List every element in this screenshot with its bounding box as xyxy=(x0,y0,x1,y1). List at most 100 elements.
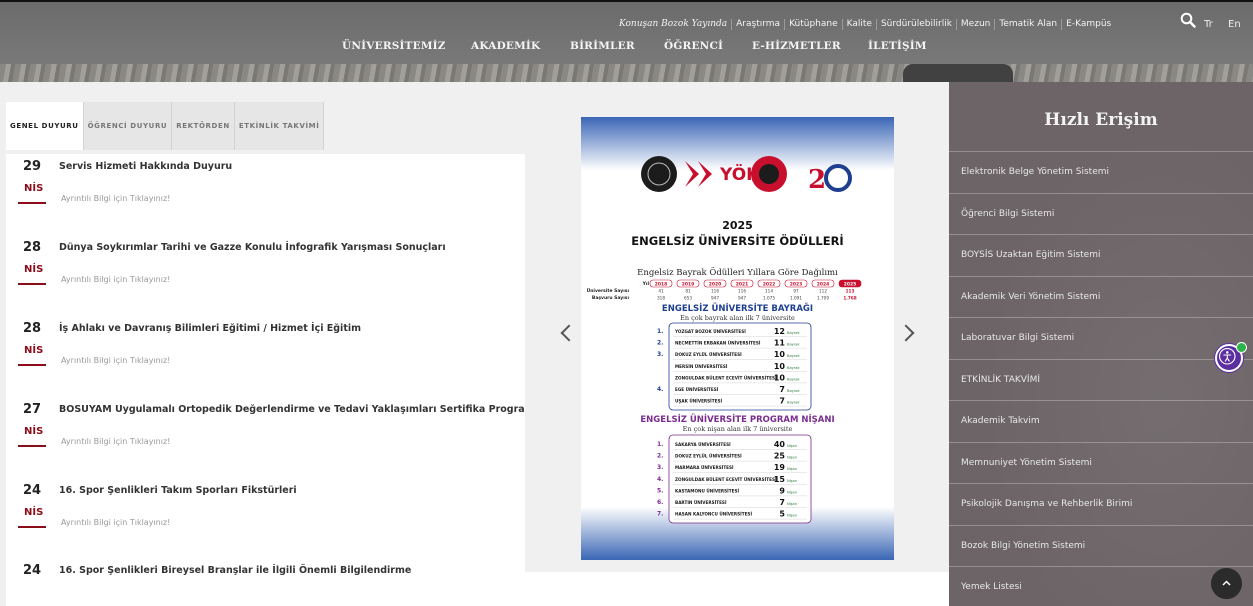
year-label: 2022 xyxy=(763,282,776,288)
announcement-day: 28 xyxy=(23,240,42,255)
top-link-mezun[interactable]: Mezun xyxy=(955,19,994,30)
uni-count: 116 xyxy=(738,289,746,294)
announcement-day: 27 xyxy=(23,402,42,417)
rank-number: 1. xyxy=(657,441,663,448)
quick-link-boysis[interactable]: BOYSİS Uzaktan Eğitim Sistemi xyxy=(949,234,1253,276)
rank-university: DOKUZ EYLÜL ÜNİVERSİTESİ xyxy=(675,352,742,357)
top-link-arastirma[interactable]: Araştırma xyxy=(731,19,784,30)
uni-row-label: Üniversite Sayısı xyxy=(587,287,630,294)
rank-unit: Nişan xyxy=(787,456,797,460)
announcement-item[interactable]: 24 NİS 16. Spor Şenlikleri Takım Sporlar… xyxy=(6,478,525,556)
announcement-item[interactable]: 28 NİS Dünya Soykırımlar Tarihi ve Gazze… xyxy=(6,235,525,313)
top-link-e-kampus[interactable]: E-Kampüs xyxy=(1061,19,1115,30)
quick-link-ebys[interactable]: Elektronik Belge Yönetim Sistemi xyxy=(949,151,1253,193)
tab-etkinlik-takvimi[interactable]: ETKİNLİK TAKVİMİ xyxy=(234,102,325,150)
language-tr-link[interactable]: Tr xyxy=(1204,19,1213,30)
announcement-title[interactable]: BOSUYAM Uygulamalı Ortopedik Değerlendir… xyxy=(59,404,538,415)
rank-number: 7. xyxy=(657,511,663,518)
rank-university: DOKUZ EYLÜL ÜNİVERSİTESİ xyxy=(675,454,742,459)
rank-university: SAKARYA ÜNİVERSİTESİ xyxy=(675,442,731,447)
rank-number: 2. xyxy=(657,453,663,460)
quick-link-event-calendar[interactable]: ETKİNLİK TAKVİMİ xyxy=(949,358,1253,401)
year-label: 2018 xyxy=(655,282,668,288)
flag-section-title: ENGELSİZ ÜNİVERSİTE BAYRAĞI xyxy=(662,302,813,314)
date-divider xyxy=(18,283,46,285)
year-label: 2019 xyxy=(682,282,695,288)
date-divider xyxy=(18,445,46,447)
slider-next-arrow-icon[interactable] xyxy=(897,324,915,342)
tab-rektorden[interactable]: REKTÖRDEN xyxy=(172,102,235,150)
nav-iletisim[interactable]: İLETİŞİM xyxy=(868,40,927,52)
rank-count: 7 xyxy=(779,397,785,406)
rank-count: 25 xyxy=(774,452,786,461)
announcement-title[interactable]: 16. Spor Şenlikleri Takım Sporları Fikst… xyxy=(59,485,297,496)
rank-unit: Nişan xyxy=(787,479,797,483)
announcement-title[interactable]: Dünya Soykırımlar Tarihi ve Gazze Konulu… xyxy=(59,242,446,253)
quick-link-lab-system[interactable]: Laboratuvar Bilgi Sistemi xyxy=(949,317,1253,359)
announcement-title[interactable]: Servis Hizmeti Hakkında Duyuru xyxy=(59,161,232,172)
date-divider xyxy=(18,202,46,204)
tab-genel-duyuru[interactable]: GENEL DUYURU xyxy=(6,102,84,150)
year-row-label: Yıl xyxy=(642,281,650,287)
announcement-item[interactable]: 29 NİS Servis Hizmeti Hakkında Duyuru Ay… xyxy=(6,154,525,232)
header-banner-image xyxy=(0,64,1253,84)
rank-number: 4. xyxy=(657,386,663,393)
app-row-label: Başvuru Sayısı xyxy=(592,295,630,301)
search-icon[interactable] xyxy=(1180,12,1196,28)
rank-count: 7 xyxy=(779,385,785,394)
announcement-item[interactable]: 28 NİS İş Ahlakı ve Davranış Bilimleri E… xyxy=(6,316,525,394)
rank-number: 4. xyxy=(657,476,663,483)
announcements-panel: GENEL DUYURU ÖĞRENCİ DUYURU REKTÖRDEN ET… xyxy=(0,82,538,606)
nav-e-hizmetler[interactable]: E-HİZMETLER xyxy=(752,40,841,52)
top-link-konusan-bozok[interactable]: Konuşan Bozok Yayında xyxy=(615,19,731,30)
announcement-more-link[interactable]: Ayrıntılı Bilgi için Tıklayınız! xyxy=(61,518,170,527)
tab-ogrenci-duyuru[interactable]: ÖĞRENCİ DUYURU xyxy=(83,102,173,150)
quick-link-avesis[interactable]: Akademik Veri Yönetim Sistemi xyxy=(949,275,1253,318)
top-link-kalite[interactable]: Kalite xyxy=(841,19,876,30)
image-slider: YÖK 2 2025 ENGELSİZ ÜNİVERSİTE ÖDÜLLERİ … xyxy=(525,82,949,572)
announcement-item[interactable]: 27 NİS BOSUYAM Uygulamalı Ortopedik Değe… xyxy=(6,397,538,475)
top-link-tematik-alan[interactable]: Tematik Alan xyxy=(994,19,1061,30)
year-label: 2023 xyxy=(790,282,803,288)
nav-birimler[interactable]: BİRİMLER xyxy=(570,40,635,52)
quick-access-panel: Hızlı Erişim Elektronik Belge Yönetim Si… xyxy=(949,82,1253,606)
announcement-title[interactable]: 16. Spor Şenlikleri Bireysel Branşlar il… xyxy=(59,565,411,576)
poster-table-title: Engelsiz Bayrak Ödülleri Yıllara Göre Da… xyxy=(637,266,838,278)
announcement-month: NİS xyxy=(24,345,44,356)
rank-number: 3. xyxy=(657,464,663,471)
top-link-kutuphane[interactable]: Kütüphane xyxy=(784,19,842,30)
quick-link-menu[interactable]: Yemek Listesi xyxy=(949,566,1253,606)
award-poster[interactable]: YÖK 2 2025 ENGELSİZ ÜNİVERSİTE ÖDÜLLERİ … xyxy=(581,117,894,560)
rank-university: MARMARA ÜNİVERSİTESİ xyxy=(675,465,734,470)
quick-link-info-management[interactable]: Bozok Bilgi Yönetim Sistemi xyxy=(949,524,1253,567)
rank-university: ZONGULDAK BÜLENT ECEVİT ÜNİVERSİTESİ xyxy=(675,375,777,380)
nav-akademik[interactable]: AKADEMİK xyxy=(471,40,540,52)
app-count: 947 xyxy=(711,296,719,301)
announcement-more-link[interactable]: Ayrıntılı Bilgi için Tıklayınız! xyxy=(61,194,170,203)
quick-link-satisfaction[interactable]: Memnuniyet Yönetim Sistemi xyxy=(949,441,1253,484)
scroll-to-top-icon[interactable] xyxy=(1211,568,1242,599)
slider-prev-arrow-icon[interactable] xyxy=(560,324,578,342)
site-header: Konuşan Bozok Yayında Araştırma Kütüphan… xyxy=(0,0,1253,84)
announcement-more-link[interactable]: Ayrıntılı Bilgi için Tıklayınız! xyxy=(61,437,170,446)
quick-link-obs[interactable]: Öğrenci Bilgi Sistemi xyxy=(949,192,1253,235)
language-en-link[interactable]: En xyxy=(1228,19,1241,30)
announcement-list: 29 NİS Servis Hizmeti Hakkında Duyuru Ay… xyxy=(6,154,538,606)
announcement-more-link[interactable]: Ayrıntılı Bilgi için Tıklayınız! xyxy=(61,356,170,365)
year-table: Yıl Üniversite SayısıBaşvuru Sayısı 201841… xyxy=(587,279,862,301)
quick-access-heading: Hızlı Erişim xyxy=(1044,110,1158,130)
date-divider xyxy=(18,526,46,528)
nav-universitemiz[interactable]: ÜNİVERSİTEMİZ xyxy=(342,40,446,52)
announcement-item[interactable]: 24 16. Spor Şenlikleri Bireysel Branşlar… xyxy=(6,558,525,606)
nav-ogrenci[interactable]: ÖĞRENCİ xyxy=(664,40,723,52)
quick-link-academic-calendar[interactable]: Akademik Takvim xyxy=(949,400,1253,442)
announcement-month: NİS xyxy=(24,183,44,194)
announcement-more-link[interactable]: Ayrıntılı Bilgi için Tıklayınız! xyxy=(61,275,170,284)
announcement-title[interactable]: İş Ahlakı ve Davranış Bilimleri Eğitimi … xyxy=(59,323,361,334)
rank-number: 3. xyxy=(657,351,663,358)
top-link-surdurulebilirlik[interactable]: Sürdürülebilirlik xyxy=(875,19,956,30)
quick-link-counseling[interactable]: Psikolojik Danışma ve Rehberlik Birimi xyxy=(949,483,1253,525)
rank-university: ZONGULDAK BÜLENT ECEVİT ÜNİVERSİTESİ xyxy=(675,477,777,482)
app-count: 1.768 xyxy=(843,296,856,301)
poster-year: 2025 xyxy=(722,219,753,232)
